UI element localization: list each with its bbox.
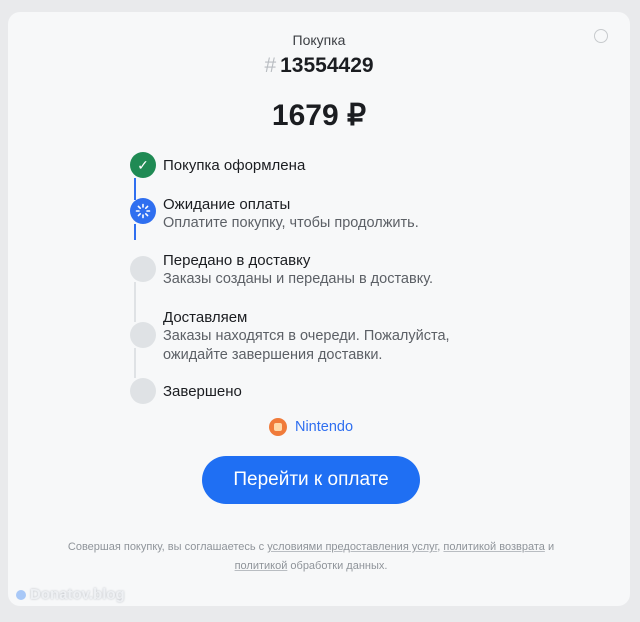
watermark-logo-icon [16,589,26,600]
legal-notice: Совершая покупку, вы соглашаетесь с усло… [40,538,582,576]
purchase-card: Покупка #13554429 1679 ₽ [8,12,630,606]
step-description: Заказы созданы и переданы в доставку. [163,271,434,287]
hash-icon: # [264,54,277,77]
proceed-to-payment-button[interactable]: Перейти к оплате [202,456,420,504]
price: 1679 ₽ [271,99,367,132]
step-title: Доставляем [163,309,248,326]
terms-link[interactable]: условиями предоставления услуг [267,541,437,553]
legal-text: обработки данных. [287,560,388,572]
order-number: #13554429 [8,54,630,78]
step-title: Передано в доставку [163,252,311,269]
timeline-connector [134,178,136,200]
legal-text: и [544,541,555,553]
step-description: Заказы находятся в очереди. Пожалуйста, … [163,328,450,363]
timeline-connector [134,224,136,240]
step-description: Оплатите покупку, чтобы продолжить. [163,215,419,231]
check-icon: ✓ [137,156,149,173]
step-title: Покупка оформлена [163,157,306,174]
purchase-label: Покупка [292,32,346,48]
store-brand[interactable]: Nintendo [0,418,622,436]
step-active-indicator [130,198,156,224]
order-number-value: 13554429 [280,54,374,77]
refund-policy-link[interactable]: политикой возврата [443,541,544,553]
step-pending-indicator [130,256,156,282]
step-title: Завершено [163,383,242,400]
watermark: Donatov.blog [16,586,125,603]
timeline-connector [134,348,136,378]
brand-label[interactable]: Nintendo [295,419,353,435]
nintendo-shop-icon [268,418,287,436]
privacy-policy-link[interactable]: политикой [235,560,288,572]
timeline-connector [134,282,136,322]
step-pending-indicator [130,378,156,404]
step-title: Ожидание оплаты [163,196,291,213]
step-done-indicator: ✓ [130,152,156,178]
watermark-text: Donatov.blog [30,586,125,603]
step-pending-indicator [130,322,156,348]
spinner-icon [135,203,151,219]
legal-text: Совершая покупку, вы соглашаетесь с [67,541,268,553]
